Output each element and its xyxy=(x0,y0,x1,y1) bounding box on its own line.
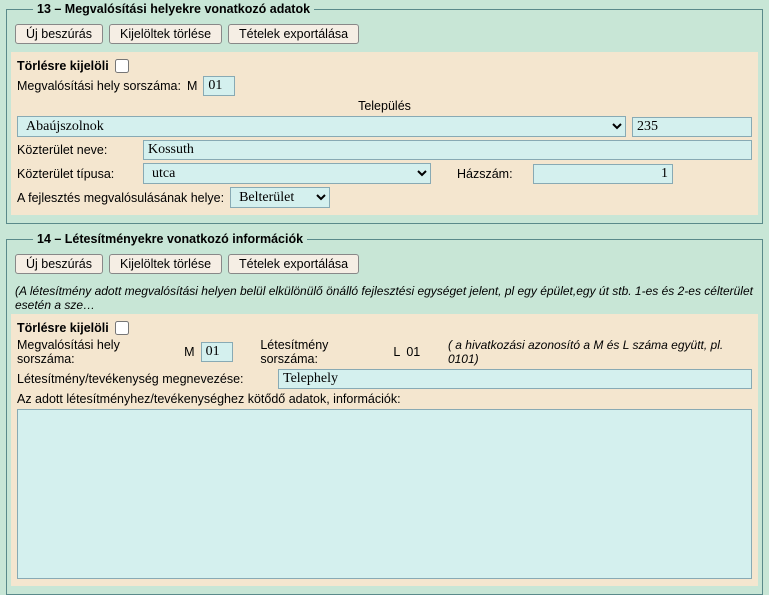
street-name-label: Közterület neve: xyxy=(17,143,137,157)
seq-prefix-m: M xyxy=(187,79,197,93)
seq-value-input[interactable] xyxy=(203,76,235,96)
seq-m-input[interactable] xyxy=(201,342,233,362)
settlement-select[interactable]: Abaújszolnok xyxy=(17,116,626,137)
section-14: 14 – Létesítményekre vonatkozó informáci… xyxy=(6,232,763,595)
street-type-select[interactable]: utca xyxy=(143,163,431,184)
delete-selected-button[interactable]: Kijelöltek törlése xyxy=(109,24,222,44)
section-14-legend: 14 – Létesítményekre vonatkozó informáci… xyxy=(33,232,307,246)
delete-mark-checkbox[interactable] xyxy=(115,59,129,73)
delete-selected-button[interactable]: Kijelöltek törlése xyxy=(109,254,222,274)
seq-l-label: Létesítmény sorszáma: xyxy=(260,338,387,366)
dev-place-select[interactable]: Belterület xyxy=(230,187,330,208)
delete-mark-checkbox[interactable] xyxy=(115,321,129,335)
section-13: 13 – Megvalósítási helyekre vonatkozó ad… xyxy=(6,2,763,224)
house-no-input[interactable] xyxy=(533,164,673,184)
settlement-code-input[interactable] xyxy=(632,117,752,137)
section-13-legend: 13 – Megvalósítási helyekre vonatkozó ad… xyxy=(33,2,314,16)
section14-toolbar: Új beszúrás Kijelöltek törlése Tételek e… xyxy=(11,252,758,282)
street-type-label: Közterület típusa: xyxy=(17,167,137,181)
house-no-label: Házszám: xyxy=(457,167,527,181)
seq-l-prefix: L xyxy=(393,345,400,359)
section13-body: Törlésre kijelöli Megvalósítási hely sor… xyxy=(11,52,758,215)
settlement-label: Település xyxy=(17,99,752,113)
ref-note: ( a hivatkozási azonosító a M és L száma… xyxy=(448,338,752,366)
facility-info-label: Az adott létesítményhez/tevékenységhez k… xyxy=(17,392,401,406)
seq-m-label: Megvalósítási hely sorszáma: xyxy=(17,338,178,366)
section14-body: Törlésre kijelöli Megvalósítási hely sor… xyxy=(11,314,758,586)
seq-m-prefix: M xyxy=(184,345,194,359)
facility-name-label: Létesítmény/tevékenység megnevezése: xyxy=(17,372,272,386)
export-button[interactable]: Tételek exportálása xyxy=(228,254,359,274)
street-name-input[interactable] xyxy=(143,140,752,160)
export-button[interactable]: Tételek exportálása xyxy=(228,24,359,44)
delete-mark-label: Törlésre kijelöli xyxy=(17,321,109,335)
seq-l-value: 01 xyxy=(406,345,420,359)
dev-place-label: A fejlesztés megvalósulásának helye: xyxy=(17,191,224,205)
delete-mark-label: Törlésre kijelöli xyxy=(17,59,109,73)
section13-toolbar: Új beszúrás Kijelöltek törlése Tételek e… xyxy=(11,22,758,52)
seq-label: Megvalósítási hely sorszáma: xyxy=(17,79,181,93)
new-button[interactable]: Új beszúrás xyxy=(15,24,103,44)
def-note: (A létesítmény adott megvalósítási helye… xyxy=(11,282,758,314)
facility-info-textarea[interactable] xyxy=(17,409,752,579)
facility-name-input[interactable] xyxy=(278,369,752,389)
new-button[interactable]: Új beszúrás xyxy=(15,254,103,274)
